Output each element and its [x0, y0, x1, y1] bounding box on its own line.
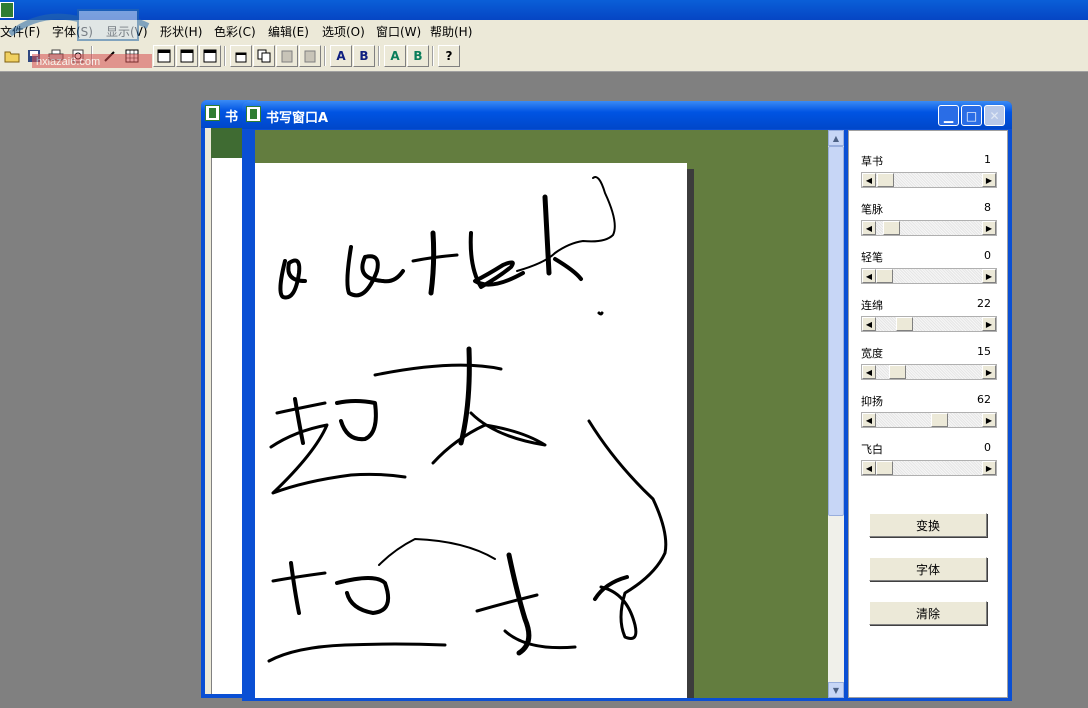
slider-label-width: 宽度	[861, 347, 883, 360]
save-icon[interactable]	[23, 45, 45, 67]
window-icon[interactable]	[199, 45, 221, 67]
paste-icon[interactable]	[299, 45, 321, 67]
slider-thumb[interactable]	[889, 365, 907, 379]
slider-thumb[interactable]	[895, 317, 913, 331]
slider-flying-white[interactable]: ◀ ▶	[861, 460, 997, 476]
arrow-right-icon[interactable]: ▶	[982, 461, 996, 475]
toolbar-separator	[224, 46, 226, 66]
toolbar-separator	[378, 46, 380, 66]
arrow-right-icon[interactable]: ▶	[982, 173, 996, 187]
clear-button[interactable]: 清除	[869, 601, 987, 625]
transform-button[interactable]: 变换	[869, 513, 987, 537]
slider-label-pulse: 笔脉	[861, 203, 883, 216]
writing-paper[interactable]	[255, 163, 687, 698]
canvas-area[interactable]	[255, 130, 828, 698]
menu-options[interactable]: 选项(O)	[322, 23, 365, 40]
slider-value-light: 0	[984, 249, 991, 262]
slider-value-flying-white: 0	[984, 441, 991, 454]
back-window-title: 书	[225, 110, 239, 125]
copy-icon[interactable]	[253, 45, 275, 67]
slider-thumb[interactable]	[876, 461, 893, 475]
slider-value-continuity: 22	[977, 297, 991, 310]
paste-icon[interactable]	[276, 45, 298, 67]
slider-value-cadence: 62	[977, 393, 991, 406]
arrow-right-icon[interactable]: ▶	[982, 365, 996, 379]
menu-help[interactable]: 帮助(H)	[430, 23, 472, 40]
slider-light[interactable]: ◀ ▶	[861, 268, 997, 284]
arrow-left-icon[interactable]: ◀	[862, 365, 876, 379]
settings-panel: 草书 1 ◀ ▶ 笔脉 8 ◀ ▶ 轻笔 0 ◀ ▶ 连绵 22 ◀ ▶ 宽度 …	[848, 130, 1008, 698]
menu-shape[interactable]: 形状(H)	[160, 23, 202, 40]
window-icon[interactable]	[153, 45, 175, 67]
arrow-right-icon[interactable]: ▶	[982, 317, 996, 331]
slider-value-cursive: 1	[984, 153, 991, 166]
grid-icon[interactable]	[121, 45, 143, 67]
menubar: 文件(F) 字体(S) 显示(V) 形状(H) 色彩(C) 编辑(E) 选项(O…	[0, 20, 1088, 42]
menu-edit[interactable]: 编辑(E)	[268, 23, 309, 40]
chevron-up-icon: ▲	[832, 133, 840, 143]
app-titlebar	[0, 0, 1088, 20]
menu-view[interactable]: 显示(V)	[106, 23, 148, 40]
slider-label-continuity: 连绵	[861, 299, 883, 312]
preview-icon[interactable]	[67, 45, 89, 67]
toolbar: A B A B ?	[0, 41, 1088, 72]
scroll-up-button[interactable]: ▲	[828, 130, 844, 146]
toolbar-separator	[91, 46, 93, 66]
font-button[interactable]: 字体	[869, 557, 987, 581]
writing-window[interactable]: 书写窗口A ▁ □ ✕ ▲ ▼ 草书 1 ◀ ▶ 笔脉 8 ◀ ▶ 轻笔 0 ◀…	[242, 101, 1012, 701]
slider-continuity[interactable]: ◀ ▶	[861, 316, 997, 332]
brush-icon[interactable]	[99, 45, 121, 67]
help-icon[interactable]: ?	[438, 45, 460, 67]
vertical-scrollbar[interactable]: ▲ ▼	[828, 130, 844, 698]
open-icon[interactable]	[1, 45, 23, 67]
slider-thumb[interactable]	[931, 413, 949, 427]
menu-window[interactable]: 窗口(W)	[376, 23, 421, 40]
slider-label-flying-white: 飞白	[861, 443, 883, 456]
toolbar-separator	[324, 46, 326, 66]
font-a-button[interactable]: A	[330, 45, 352, 67]
arrow-left-icon[interactable]: ◀	[862, 461, 876, 475]
menu-font[interactable]: 字体(S)	[52, 23, 93, 40]
scroll-thumb[interactable]	[828, 146, 844, 516]
arrow-right-icon[interactable]: ▶	[982, 221, 996, 235]
arrow-left-icon[interactable]: ◀	[862, 221, 876, 235]
menu-file[interactable]: 文件(F)	[0, 23, 40, 40]
slider-cadence[interactable]: ◀ ▶	[861, 412, 997, 428]
slider-label-cursive: 草书	[861, 155, 883, 168]
slider-thumb[interactable]	[876, 269, 893, 283]
scroll-down-button[interactable]: ▼	[828, 682, 844, 698]
arrow-left-icon[interactable]: ◀	[862, 269, 876, 283]
toolbar-separator	[432, 46, 434, 66]
arrow-left-icon[interactable]: ◀	[862, 413, 876, 427]
writing-window-client: ▲ ▼ 草书 1 ◀ ▶ 笔脉 8 ◀ ▶ 轻笔 0 ◀ ▶ 连绵 22 ◀ ▶…	[245, 101, 1008, 699]
slider-width[interactable]: ◀ ▶	[861, 364, 997, 380]
arrow-right-icon[interactable]: ▶	[982, 269, 996, 283]
window-icon[interactable]	[230, 45, 252, 67]
menu-color[interactable]: 色彩(C)	[214, 23, 256, 40]
print-icon[interactable]	[45, 45, 67, 67]
window-icon[interactable]	[176, 45, 198, 67]
slider-cursive[interactable]: ◀ ▶	[861, 172, 997, 188]
chevron-down-icon: ▼	[832, 685, 840, 695]
arrow-left-icon[interactable]: ◀	[862, 173, 876, 187]
arrow-right-icon[interactable]: ▶	[982, 413, 996, 427]
arrow-left-icon[interactable]: ◀	[862, 317, 876, 331]
slider-pulse[interactable]: ◀ ▶	[861, 220, 997, 236]
slider-label-cadence: 抑扬	[861, 395, 883, 408]
slider-value-width: 15	[977, 345, 991, 358]
slider-value-pulse: 8	[984, 201, 991, 214]
font-b-button[interactable]: B	[353, 45, 375, 67]
slider-label-light: 轻笔	[861, 251, 883, 264]
color-a-button[interactable]: A	[384, 45, 406, 67]
app-icon	[0, 2, 14, 18]
calligraphy-strokes	[267, 176, 668, 663]
calligraphy-icon	[205, 105, 220, 121]
slider-thumb[interactable]	[883, 221, 901, 235]
slider-thumb[interactable]	[876, 173, 894, 187]
color-b-button[interactable]: B	[407, 45, 429, 67]
